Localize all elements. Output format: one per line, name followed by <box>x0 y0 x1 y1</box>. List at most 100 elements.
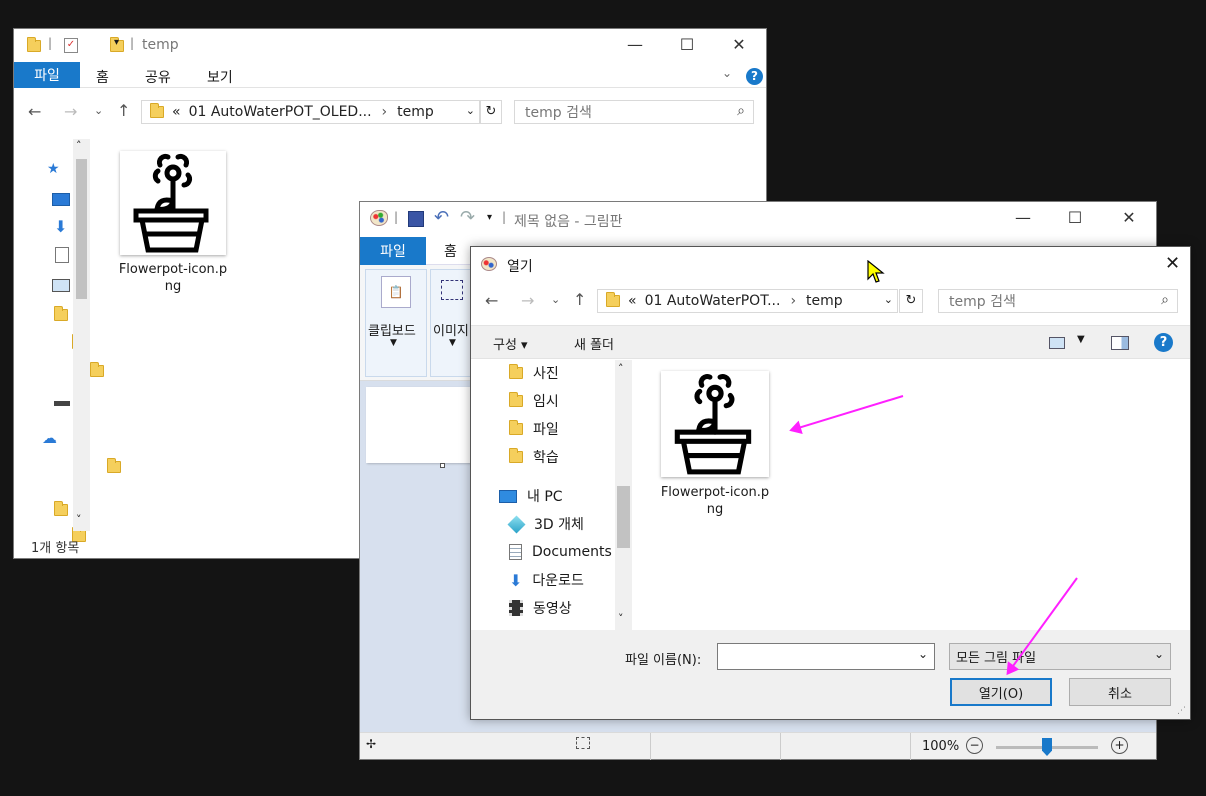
nav-item-this-pc[interactable]: 내 PC <box>499 483 563 509</box>
dialog-title: 열기 <box>507 259 533 275</box>
folder-icon[interactable] <box>54 306 68 321</box>
tab-view[interactable]: 보기 <box>207 67 233 87</box>
scroll-up-icon[interactable]: ˄ <box>76 139 82 152</box>
nav-item-files[interactable]: 파일 <box>509 416 559 442</box>
download-icon[interactable]: ⬇ <box>54 217 67 236</box>
preview-pane-icon[interactable] <box>1111 336 1129 350</box>
nav-item-downloads[interactable]: ⬇ 다운로드 <box>509 567 584 593</box>
zoom-slider-thumb[interactable] <box>1042 738 1052 756</box>
filename-input[interactable]: ⌄ <box>717 643 935 670</box>
refresh-button[interactable]: ↻ <box>899 289 923 313</box>
file-item[interactable]: Flowerpot-icon.p ng <box>118 149 230 299</box>
zoom-in-button[interactable]: + <box>1111 737 1128 754</box>
properties-icon[interactable]: ✓ <box>64 38 78 53</box>
address-dropdown-icon[interactable]: ⌄ <box>466 104 475 117</box>
open-button[interactable]: 열기(O) <box>950 678 1052 706</box>
redo-icon[interactable]: ↷ <box>460 207 475 228</box>
chevron-down-icon[interactable]: ▼ <box>1077 334 1085 345</box>
save-icon[interactable] <box>408 211 424 227</box>
onedrive-icon[interactable]: ☁ <box>42 429 57 447</box>
tab-home[interactable]: 홈 <box>96 67 109 87</box>
dialog-nav-scrollbar[interactable]: ˄ ˅ <box>615 360 632 630</box>
clipboard-group[interactable]: 📋 클립보드 ▼ <box>365 269 427 377</box>
close-button[interactable]: ✕ <box>1106 202 1152 232</box>
scroll-up-icon[interactable]: ˄ <box>618 362 624 375</box>
qat-dropdown-icon[interactable]: ▾ <box>487 212 492 223</box>
search-input[interactable]: temp 검색 ⌕ <box>514 100 754 124</box>
cancel-button[interactable]: 취소 <box>1069 678 1171 706</box>
document-icon[interactable] <box>55 247 69 263</box>
nav-item-videos[interactable]: 동영상 <box>509 595 572 621</box>
desktop-icon[interactable] <box>52 193 70 206</box>
close-button[interactable]: ✕ <box>1165 253 1180 274</box>
refresh-button[interactable]: ↻ <box>480 100 502 124</box>
back-button[interactable]: ← <box>28 102 41 121</box>
resize-grip-icon[interactable]: ⋰ <box>1177 706 1186 716</box>
undo-icon[interactable]: ↶ <box>434 207 449 228</box>
tab-share[interactable]: 공유 <box>145 67 171 87</box>
drive-icon[interactable] <box>54 401 70 406</box>
filetype-select[interactable]: 모든 그림 파일 ⌄ <box>949 643 1171 670</box>
address-segment[interactable]: temp <box>397 104 434 120</box>
folder-icon[interactable] <box>89 362 104 377</box>
select-icon[interactable] <box>441 280 463 300</box>
forward-button[interactable]: → <box>521 291 534 310</box>
chevron-down-icon[interactable]: ⌄ <box>1154 647 1164 661</box>
maximize-button[interactable]: ☐ <box>664 29 710 59</box>
window-title: 제목 없음 - 그림판 <box>514 214 623 230</box>
resize-handle[interactable] <box>440 463 445 468</box>
qat-dropdown-icon[interactable]: ▾ <box>114 37 119 48</box>
minimize-button[interactable]: — <box>612 29 658 59</box>
up-button[interactable]: ↑ <box>117 101 130 120</box>
address-segment[interactable]: 01 AutoWaterPOT_OLED... <box>189 104 372 120</box>
minimize-button[interactable]: — <box>1000 202 1046 232</box>
chevron-down-icon[interactable]: ⌄ <box>918 647 928 661</box>
recent-locations-icon[interactable]: ⌄ <box>94 104 103 117</box>
scroll-thumb[interactable] <box>76 159 87 299</box>
zoom-out-button[interactable]: − <box>966 737 983 754</box>
help-icon[interactable]: ? <box>746 68 763 85</box>
flowerpot-icon <box>133 153 209 253</box>
address-bar[interactable]: « 01 AutoWaterPOT... › temp ⌄ <box>597 289 898 313</box>
tab-file[interactable]: 파일 <box>360 237 426 265</box>
address-segment[interactable]: temp <box>806 293 843 309</box>
address-segment[interactable]: 01 AutoWaterPOT... <box>645 293 781 309</box>
scroll-down-icon[interactable]: ˅ <box>76 513 82 526</box>
nav-item-label: Documents <box>532 544 612 560</box>
address-dropdown-icon[interactable]: ⌄ <box>884 293 893 306</box>
view-options-icon[interactable] <box>1049 337 1065 349</box>
zoom-slider[interactable] <box>996 738 1098 756</box>
nav-item-documents[interactable]: Documents <box>509 539 612 565</box>
scroll-thumb[interactable] <box>617 486 630 548</box>
back-button[interactable]: ← <box>485 291 498 310</box>
organize-button[interactable]: 구성 ▾ <box>493 334 528 353</box>
up-button[interactable]: ↑ <box>573 290 586 309</box>
folder-icon[interactable] <box>107 458 122 473</box>
file-item[interactable]: Flowerpot-icon.p ng <box>661 371 773 523</box>
tab-home[interactable]: 홈 <box>444 241 457 261</box>
paste-icon[interactable]: 📋 <box>381 276 411 308</box>
nav-item-photos[interactable]: 사진 <box>509 360 559 386</box>
nav-item-label: 내 PC <box>527 489 563 505</box>
forward-button[interactable]: → <box>64 102 77 121</box>
scroll-down-icon[interactable]: ˅ <box>618 612 624 625</box>
close-button[interactable]: ✕ <box>716 29 762 59</box>
new-folder-button[interactable]: 새 폴더 <box>574 334 614 353</box>
address-bar[interactable]: « 01 AutoWaterPOT_OLED... › temp ⌄ <box>141 100 480 124</box>
paint-canvas[interactable] <box>366 387 472 463</box>
recent-locations-icon[interactable]: ⌄ <box>551 293 560 306</box>
folder-icon[interactable] <box>54 501 68 516</box>
nav-item-study[interactable]: 학습 <box>509 444 559 470</box>
video-icon <box>509 600 523 616</box>
nav-item-3d-objects[interactable]: 3D 개체 <box>507 511 584 537</box>
quick-access-icon[interactable]: ★ <box>47 161 60 177</box>
tab-file[interactable]: 파일 <box>14 62 80 88</box>
picture-icon[interactable] <box>52 279 70 292</box>
maximize-button[interactable]: ☐ <box>1052 202 1098 232</box>
nav-item-temp[interactable]: 임시 <box>509 388 559 414</box>
help-icon[interactable]: ? <box>1154 333 1173 352</box>
nav-scrollbar[interactable]: ˄ ˅ <box>73 139 90 531</box>
nav-item-label: 3D 개체 <box>534 517 584 533</box>
search-input[interactable]: temp 검색 ⌕ <box>938 289 1178 313</box>
ribbon-expand-icon[interactable]: ⌄ <box>722 66 732 80</box>
